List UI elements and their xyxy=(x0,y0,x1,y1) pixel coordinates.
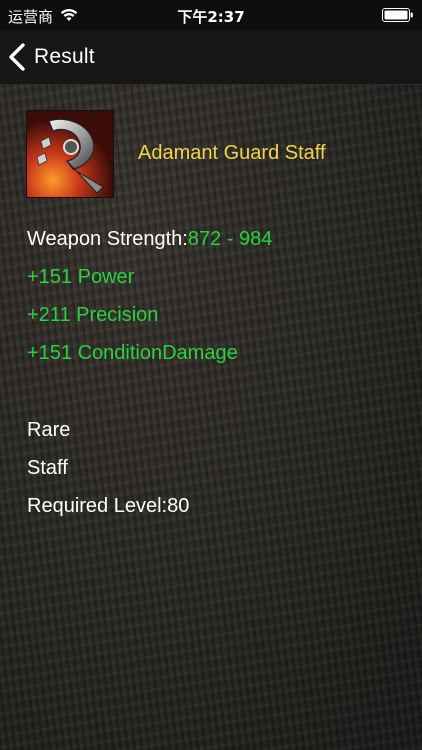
weapon-strength-value: 872 - 984 xyxy=(187,228,273,250)
attribute-condition-damage: +151 ConditionDamage xyxy=(27,342,238,364)
status-time: 下午2:37 xyxy=(177,8,245,26)
attribute-power: +151 Power xyxy=(27,266,135,288)
weapon-staff-icon-art xyxy=(27,111,113,197)
weapon-strength-row: Weapon Strength:872 - 984 xyxy=(27,228,272,251)
item-name: Adamant Guard Staff xyxy=(138,142,326,164)
battery-icon xyxy=(382,8,413,22)
item-type: Staff xyxy=(27,457,68,479)
required-level: Required Level:80 xyxy=(27,495,190,517)
navigation-bar: Result xyxy=(0,30,422,85)
chevron-left-icon xyxy=(9,43,25,71)
item-rarity: Rare xyxy=(27,419,71,441)
weapon-staff-icon xyxy=(26,110,114,198)
back-button[interactable]: Result xyxy=(8,40,95,74)
attribute-precision: +211 Precision xyxy=(27,304,159,326)
back-label: Result xyxy=(34,45,95,68)
weapon-strength-label: Weapon Strength: xyxy=(27,228,188,250)
status-bar: 运营商 下午2:37 xyxy=(0,0,422,30)
